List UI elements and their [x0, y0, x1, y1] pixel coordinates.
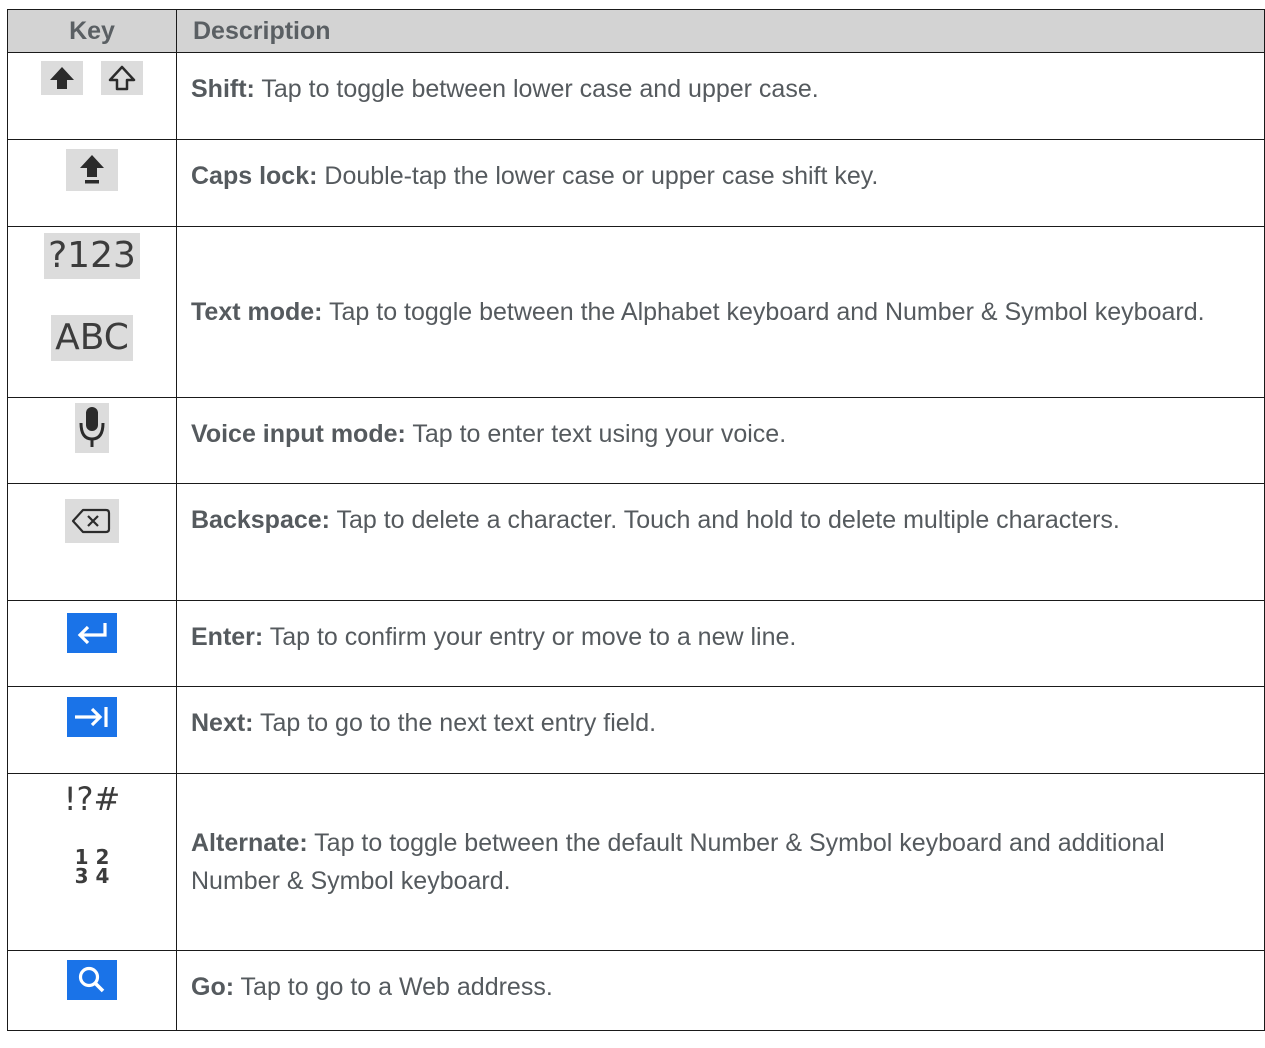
key-number-symbol: ?123 [44, 233, 140, 279]
row-label: Text mode: [191, 298, 323, 326]
key-cell-caps-lock [7, 139, 177, 227]
key-cell-next [7, 686, 177, 774]
table-row: Go: Tap to go to a Web address. [7, 950, 1265, 1031]
next-icon [67, 697, 117, 737]
row-text: Tap to confirm your entry or move to a n… [263, 623, 797, 651]
table-row: ?123 ABC Text mode: Tap to toggle betwee… [7, 226, 1265, 398]
key-cell-alternate: !?# 1 2 3 4 [7, 773, 177, 951]
key-alternate-numbers-bottom: 3 4 [74, 864, 110, 888]
key-cell-backspace [7, 483, 177, 601]
description-cell: Text mode: Tap to toggle between the Alp… [176, 226, 1265, 398]
row-text: Tap to delete a character. Touch and hol… [329, 506, 1120, 534]
description-cell: Backspace: Tap to delete a character. To… [176, 483, 1265, 601]
row-text: Tap to go to the next text entry field. [253, 709, 657, 737]
table-row: Caps lock: Double-tap the lower case or … [7, 139, 1265, 227]
row-text: Tap to toggle between lower case and upp… [254, 75, 819, 103]
microphone-icon [75, 403, 109, 453]
key-alternate-symbols: !?# [63, 780, 121, 818]
description-cell: Shift: Tap to toggle between lower case … [176, 52, 1265, 140]
row-text: Tap to toggle between the default Number… [191, 829, 1165, 895]
row-text: Tap to toggle between the Alphabet keybo… [322, 298, 1205, 326]
description-cell: Voice input mode: Tap to enter text usin… [176, 397, 1265, 484]
row-text: Tap to go to a Web address. [234, 973, 553, 1001]
shift-filled-icon [41, 61, 83, 95]
caps-lock-icon [66, 149, 118, 191]
description-cell: Next: Tap to go to the next text entry f… [176, 686, 1265, 774]
description-cell: Alternate: Tap to toggle between the def… [176, 773, 1265, 951]
keyboard-keys-table: Key Description Shift: Tap to toggle bet… [7, 9, 1265, 1031]
row-label: Voice input mode: [191, 420, 406, 448]
key-cell-shift [7, 52, 177, 140]
header-description: Description [176, 9, 1265, 53]
row-label: Backspace: [191, 506, 330, 534]
key-cell-text-mode: ?123 ABC [7, 226, 177, 398]
enter-icon [67, 613, 117, 653]
description-cell: Enter: Tap to confirm your entry or move… [176, 600, 1265, 687]
row-label: Shift: [191, 75, 255, 103]
table-row: Voice input mode: Tap to enter text usin… [7, 397, 1265, 484]
row-label: Caps lock: [191, 162, 318, 190]
table-row: Shift: Tap to toggle between lower case … [7, 52, 1265, 140]
row-label: Alternate: [191, 829, 308, 857]
shift-outline-icon [101, 61, 143, 95]
row-label: Enter: [191, 623, 264, 651]
key-cell-voice-input [7, 397, 177, 484]
table-row: Enter: Tap to confirm your entry or move… [7, 600, 1265, 687]
row-label: Go: [191, 973, 235, 1001]
description-cell: Go: Tap to go to a Web address. [176, 950, 1265, 1031]
backspace-icon [65, 499, 119, 543]
table-row: Next: Tap to go to the next text entry f… [7, 686, 1265, 774]
table-header-row: Key Description [7, 9, 1265, 53]
key-alphabet: ABC [51, 315, 133, 361]
key-cell-enter [7, 600, 177, 687]
table-row: !?# 1 2 3 4 Alternate: Tap to toggle bet… [7, 773, 1265, 951]
description-cell: Caps lock: Double-tap the lower case or … [176, 139, 1265, 227]
row-text: Double-tap the lower case or upper case … [317, 162, 879, 190]
header-key: Key [7, 9, 177, 53]
table-row: Backspace: Tap to delete a character. To… [7, 483, 1265, 601]
search-icon [67, 960, 117, 1000]
key-cell-go [7, 950, 177, 1031]
row-text: Tap to enter text using your voice. [405, 420, 787, 448]
row-label: Next: [191, 709, 254, 737]
